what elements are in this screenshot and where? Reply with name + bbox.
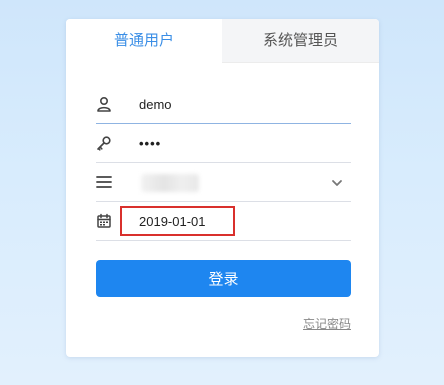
- tab-system-admin[interactable]: 系统管理员: [222, 19, 379, 63]
- chevron-down-icon[interactable]: [331, 176, 343, 188]
- date-highlight-box: [120, 206, 235, 236]
- login-card: 普通用户 系统管理员 demo •••• 2019-01-01 登录 忘记密码: [66, 19, 379, 357]
- calendar-icon: [96, 213, 112, 229]
- forgot-password-link[interactable]: 忘记密码: [303, 315, 351, 332]
- key-icon: [96, 135, 112, 151]
- select-value-blurred[interactable]: [141, 174, 199, 192]
- select-row[interactable]: [96, 164, 351, 202]
- password-field[interactable]: ••••: [139, 125, 161, 162]
- password-row[interactable]: ••••: [96, 125, 351, 163]
- username-row[interactable]: demo: [96, 86, 351, 124]
- login-tabs: 普通用户 系统管理员: [66, 19, 379, 63]
- username-field[interactable]: demo: [139, 86, 172, 123]
- list-icon: [96, 174, 112, 190]
- user-icon: [96, 96, 112, 112]
- date-row[interactable]: 2019-01-01: [96, 203, 351, 241]
- login-button[interactable]: 登录: [96, 260, 351, 297]
- tab-regular-user[interactable]: 普通用户: [66, 19, 222, 63]
